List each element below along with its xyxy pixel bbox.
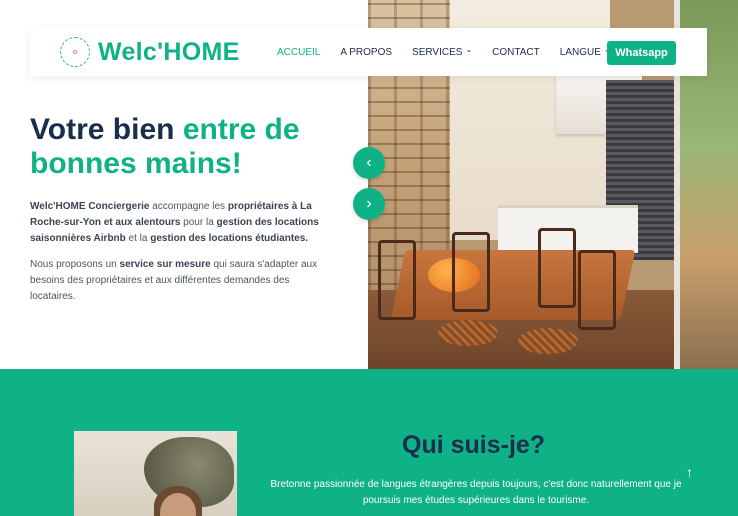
- nav-item-label: A PROPOS: [340, 46, 393, 58]
- about-section: Qui suis-je? Bretonne passionnée de lang…: [0, 369, 738, 516]
- p1-segment: accompagne les: [149, 201, 228, 212]
- logo[interactable]: ✿ Welc'HOME: [60, 37, 240, 67]
- nav-item-label: SERVICES: [412, 46, 463, 58]
- p1-segment: pour la: [180, 217, 217, 228]
- navbar: ✿ Welc'HOME ACCUEIL A PROPOS SERVICES ⌄ CONT…: [30, 28, 707, 76]
- about-title: Qui suis-je?: [402, 431, 546, 459]
- main-nav: ACCUEILA PROPOSSERVICES⌄CONTACTLANGUE⌄: [277, 28, 631, 76]
- slider-next-button[interactable]: ›: [353, 188, 385, 220]
- hero-service-text: Nous proposons un service sur mesure qui…: [30, 257, 328, 305]
- nav-item-label: LANGUE: [559, 46, 601, 58]
- p1-segment: et la: [125, 233, 151, 244]
- portrait-photo: [74, 431, 237, 516]
- chevron-left-icon: ‹: [366, 154, 372, 171]
- hero-intro-text: Welc'HOME Conciergerie accompagne les pr…: [30, 199, 328, 247]
- p2-segment: service sur mesure: [119, 259, 211, 270]
- nav-item-langue[interactable]: LANGUE⌄: [559, 45, 611, 58]
- p2-segment: Nous proposons un: [30, 259, 120, 270]
- page: ✿ Welc'HOME ACCUEIL A PROPOS SERVICES ⌄ CONT…: [0, 0, 738, 516]
- nav-item-services[interactable]: SERVICES ⌄: [412, 44, 473, 58]
- chevron-right-icon: ›: [366, 195, 372, 212]
- whatsapp-button[interactable]: Whatsapp: [607, 41, 676, 65]
- nav-item-contact[interactable]: CONTACT: [492, 47, 540, 58]
- nav-item-a-propos[interactable]: A PROPOS: [340, 47, 392, 58]
- chevron-down-icon: ⌄: [465, 44, 473, 54]
- nav-item-label: CONTACT: [492, 46, 540, 58]
- p1-segment: Welc'HOME Conciergerie: [30, 201, 150, 212]
- hero-title: Votre bien entre de bonnes mains!: [30, 113, 300, 180]
- p1-segment: gestion des locations étudiantes.: [150, 233, 309, 244]
- nav-item-label: ACCUEIL: [277, 46, 321, 58]
- scroll-to-top-icon[interactable]: ↑: [686, 464, 693, 480]
- about-text: Bretonne passionnée de langues étrangère…: [270, 479, 682, 506]
- slider-prev-button[interactable]: ‹: [353, 147, 385, 179]
- logo-text: Welc'HOME: [98, 37, 240, 66]
- logo-icon: ✿: [60, 37, 90, 67]
- nav-item-accueil[interactable]: ACCUEIL: [277, 47, 320, 58]
